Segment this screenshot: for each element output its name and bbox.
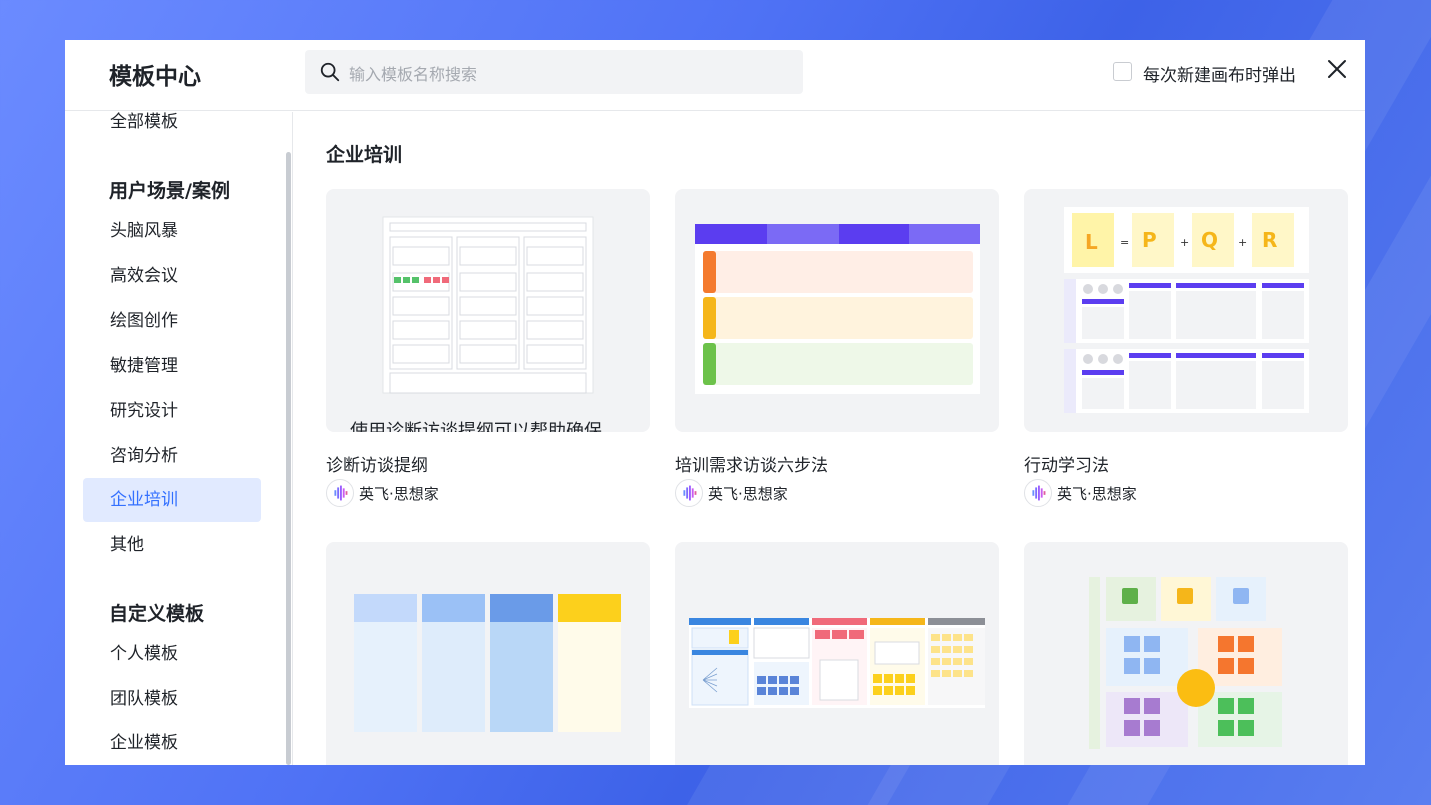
sidebar-item-all[interactable]: 全部模板 bbox=[83, 100, 261, 144]
author-avatar-icon bbox=[326, 479, 354, 507]
sidebar-item-drawing[interactable]: 绘图创作 bbox=[83, 299, 261, 343]
formula-r: R bbox=[1262, 228, 1277, 252]
action-learning-preview: L = P + Q + R bbox=[1064, 207, 1309, 413]
training-board-preview bbox=[689, 618, 985, 708]
sidebar-item-agile[interactable]: 敏捷管理 bbox=[83, 344, 261, 388]
author-avatar-icon bbox=[675, 479, 703, 507]
modal-header: 模板中心 输入模板名称搜索 每次新建画布时弹出 bbox=[65, 40, 1365, 111]
sidebar-item-meeting[interactable]: 高效会议 bbox=[83, 254, 261, 298]
template-name[interactable]: 诊断访谈提纲 bbox=[326, 451, 428, 476]
template-thumbnail[interactable] bbox=[326, 542, 650, 765]
formula-p: P bbox=[1142, 228, 1157, 252]
main-content: 企业培训 使用诊断访谈提纲可以帮助确保 诊断访谈提纲 英飞·思想家 培训需求访谈… bbox=[294, 112, 1365, 765]
search-box[interactable]: 输入模板名称搜索 bbox=[305, 50, 803, 94]
formula-q: Q bbox=[1201, 228, 1218, 252]
template-card[interactable]: 培训需求访谈六步法 英飞·思想家 bbox=[675, 189, 999, 507]
sidebar-group-custom: 自定义模板 bbox=[109, 603, 205, 625]
template-thumbnail[interactable]: L = P + Q + R bbox=[1024, 189, 1348, 432]
interview-outline-preview bbox=[382, 216, 594, 394]
formula-l: L bbox=[1085, 230, 1098, 254]
sidebar-item-brainstorm[interactable]: 头脑风暴 bbox=[83, 209, 261, 253]
template-center-modal: 模板中心 输入模板名称搜索 每次新建画布时弹出 全部模板 用户场景/案例 头脑风… bbox=[65, 40, 1365, 765]
formula-plus-2: + bbox=[1238, 236, 1247, 249]
sidebar-item-team[interactable]: 团队模板 bbox=[83, 677, 261, 721]
sidebar-item-other[interactable]: 其他 bbox=[83, 523, 261, 567]
sidebar-group-scenarios: 用户场景/案例 bbox=[109, 180, 230, 202]
author-name: 英飞·思想家 bbox=[359, 485, 439, 503]
search-icon bbox=[320, 62, 340, 82]
author-avatar-icon bbox=[1024, 479, 1052, 507]
background-stripe bbox=[687, 760, 913, 805]
template-card[interactable]: 使用诊断访谈提纲可以帮助确保 诊断访谈提纲 英飞·思想家 bbox=[326, 189, 650, 507]
author-name: 英飞·思想家 bbox=[708, 485, 788, 503]
six-step-preview bbox=[695, 224, 980, 394]
template-name[interactable]: 行动学习法 bbox=[1024, 451, 1109, 476]
sidebar-item-personal[interactable]: 个人模板 bbox=[83, 632, 261, 676]
sidebar-item-training[interactable]: 企业培训 bbox=[83, 478, 261, 522]
sticky-grid-preview bbox=[1089, 577, 1282, 749]
template-name[interactable]: 培训需求访谈六步法 bbox=[675, 451, 828, 476]
columns-preview bbox=[354, 594, 621, 732]
template-card[interactable] bbox=[1024, 542, 1348, 765]
preview-caption: 使用诊断访谈提纲可以帮助确保 bbox=[350, 421, 602, 432]
author-name: 英飞·思想家 bbox=[1057, 485, 1137, 503]
popup-checkbox[interactable] bbox=[1113, 62, 1132, 81]
section-title: 企业培训 bbox=[326, 144, 403, 166]
template-thumbnail[interactable] bbox=[675, 189, 999, 432]
sidebar-scrollbar[interactable] bbox=[286, 152, 291, 765]
modal-title: 模板中心 bbox=[109, 64, 201, 90]
close-icon[interactable] bbox=[1326, 58, 1348, 80]
search-input[interactable]: 输入模板名称搜索 bbox=[349, 61, 477, 85]
template-thumbnail[interactable] bbox=[675, 542, 999, 765]
sidebar-item-enterprise[interactable]: 企业模板 bbox=[83, 721, 261, 765]
template-card[interactable] bbox=[675, 542, 999, 765]
sidebar: 全部模板 用户场景/案例 头脑风暴 高效会议 绘图创作 敏捷管理 研究设计 咨询… bbox=[65, 112, 293, 765]
template-card[interactable]: L = P + Q + R 行动学习法 英飞·思想家 bbox=[1024, 189, 1348, 507]
popup-option-label: 每次新建画布时弹出 bbox=[1143, 66, 1296, 86]
sidebar-item-consulting[interactable]: 咨询分析 bbox=[83, 434, 261, 478]
template-card[interactable] bbox=[326, 542, 650, 765]
template-thumbnail[interactable] bbox=[1024, 542, 1348, 765]
template-thumbnail[interactable]: 使用诊断访谈提纲可以帮助确保 bbox=[326, 189, 650, 432]
formula-equals: = bbox=[1120, 236, 1129, 249]
formula-plus-1: + bbox=[1180, 236, 1189, 249]
sidebar-item-research[interactable]: 研究设计 bbox=[83, 389, 261, 433]
